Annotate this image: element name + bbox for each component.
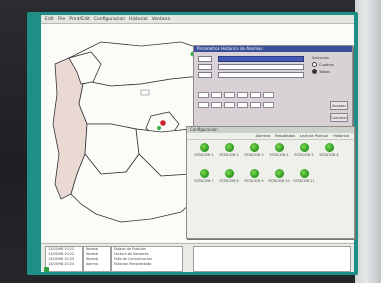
menu-item-historial[interactable]: Historial: [129, 17, 148, 22]
menu-item-print-edit[interactable]: Print/Edit: [69, 17, 90, 22]
status-time-line: 13/05/98 10:24: [48, 262, 75, 266]
menu-item-file[interactable]: File: [58, 17, 66, 22]
station-label: ESTACION 2: [219, 153, 239, 157]
station-icon: [249, 143, 259, 152]
station-item[interactable]: ESTACION 11: [293, 169, 315, 187]
station-item[interactable]: ESTACION 8: [218, 169, 240, 187]
station-icon: [274, 169, 284, 178]
station-icon: [299, 169, 309, 178]
date-from-label-box: [198, 92, 209, 98]
date-to-label-box: [198, 102, 209, 108]
station-icon: [299, 143, 309, 152]
alarm-history-dialog: Parametros Historico de Alarmas Seleccio…: [193, 45, 353, 129]
station-icon: [274, 143, 284, 152]
dialog-row-3: [198, 72, 304, 78]
radio-group-title: Seleccion: [312, 56, 330, 60]
stations-window-menu: Alarmas Resultados Lectura Puntual Histo…: [187, 133, 354, 140]
date-to-minute[interactable]: [263, 102, 274, 108]
date-from-minute[interactable]: [263, 92, 274, 98]
station-label: ESTACION 8: [219, 179, 239, 183]
cancel-button[interactable]: Cancelar: [330, 113, 348, 122]
date-from-month[interactable]: [224, 92, 235, 98]
date-to-day[interactable]: [211, 102, 222, 108]
status-empty-panel: [193, 246, 351, 272]
radio-option-cuadros[interactable]: Cuadros: [312, 62, 334, 67]
station-select[interactable]: [218, 56, 304, 62]
menu-alarmas[interactable]: Alarmas: [256, 134, 271, 138]
stations-window: Configuracion Alarmas Resultados Lectura…: [186, 126, 355, 239]
station-item[interactable]: ESTACION 5: [293, 143, 315, 161]
station-item[interactable]: ESTACION 6: [318, 143, 340, 161]
date-from-hour[interactable]: [250, 92, 261, 98]
station-label: ESTACION 11: [293, 179, 315, 183]
status-time-panel: 13/05/98 10:21 13/05/98 10:22 13/05/98 1…: [45, 246, 83, 272]
date-to-row: [198, 102, 276, 108]
monitor-bezel-right: [355, 0, 381, 283]
station-icon: [199, 143, 209, 152]
radio-label: Cuadros: [319, 62, 334, 67]
station-item[interactable]: ESTACION 7: [193, 169, 215, 187]
field-label-1: [198, 56, 212, 62]
dialog-row-1: [198, 56, 304, 62]
map-label-box: [140, 89, 150, 96]
radio-option-tablas[interactable]: Tablas: [312, 69, 334, 74]
application-window: Edit File Print/Edit Configuracion Histo…: [41, 15, 355, 272]
field-label-3: [198, 72, 212, 78]
accept-button[interactable]: Aceptar: [330, 101, 348, 110]
station-label: ESTACION 1: [194, 153, 214, 157]
station-item[interactable]: ESTACION 4: [268, 143, 290, 161]
dialog-row-2: [198, 64, 304, 70]
station-label: ESTACION 5: [294, 153, 314, 157]
station-item[interactable]: ESTACION 9: [243, 169, 265, 187]
station-label: ESTACION 6: [319, 153, 339, 157]
station-icon: [249, 169, 259, 178]
station-label: ESTACION 10: [268, 179, 290, 183]
screen: Edit File Print/Edit Configuracion Histo…: [27, 12, 358, 275]
date-to-year[interactable]: [237, 102, 248, 108]
station-label: ESTACION 9: [244, 179, 264, 183]
date-from-row: [198, 92, 276, 98]
sensor-select[interactable]: [218, 64, 304, 70]
status-state-panel: Normal Normal Normal Alarma: [83, 246, 111, 272]
type-select[interactable]: [218, 72, 304, 78]
map-marker-madrid: [160, 120, 166, 126]
status-message-panel: Estado de Estacion Lectura de Sensores F…: [111, 246, 183, 272]
station-icon: [224, 143, 234, 152]
date-from-day[interactable]: [211, 92, 222, 98]
map-marker-madrid-green: [157, 126, 161, 130]
menu-lectura-puntual[interactable]: Lectura Puntual: [300, 134, 328, 138]
status-message-line: Estacion Reconectada: [114, 262, 152, 266]
radio-icon: [312, 62, 317, 67]
date-to-month[interactable]: [224, 102, 235, 108]
station-label: ESTACION 4: [269, 153, 289, 157]
station-item[interactable]: ESTACION 1: [193, 143, 215, 161]
menubar: Edit File Print/Edit Configuracion Histo…: [41, 15, 354, 24]
station-icon: [199, 169, 209, 178]
station-icon: [324, 143, 334, 152]
status-area: 13/05/98 10:21 13/05/98 10:22 13/05/98 1…: [41, 243, 354, 272]
station-item[interactable]: ESTACION 2: [218, 143, 240, 161]
dialog-title: Parametros Historico de Alarmas: [194, 46, 352, 52]
station-label: ESTACION 3: [244, 153, 264, 157]
status-indicator-icon: [44, 267, 49, 272]
status-state-line: Alarma: [86, 262, 99, 266]
menu-historico[interactable]: Historico: [333, 134, 349, 138]
date-to-hour[interactable]: [250, 102, 261, 108]
station-icon: [224, 169, 234, 178]
station-label: ESTACION 7: [194, 179, 214, 183]
menu-item-edit[interactable]: Edit: [45, 17, 54, 22]
station-item[interactable]: ESTACION 3: [243, 143, 265, 161]
menu-item-configuracion[interactable]: Configuracion: [94, 17, 125, 22]
radio-icon: [312, 69, 317, 74]
date-from-year[interactable]: [237, 92, 248, 98]
menu-resultados[interactable]: Resultados: [275, 134, 295, 138]
radio-label: Tablas: [319, 69, 331, 74]
radio-group: Seleccion Cuadros Tablas: [312, 56, 334, 74]
field-label-2: [198, 64, 212, 70]
menu-item-ventana[interactable]: Ventana: [152, 17, 170, 22]
station-item[interactable]: ESTACION 10: [268, 169, 290, 187]
